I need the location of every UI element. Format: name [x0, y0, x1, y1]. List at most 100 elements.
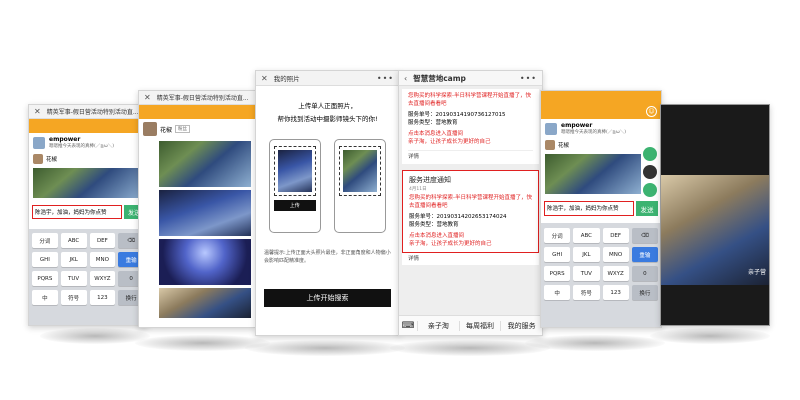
keyboard-key[interactable]: 符号	[573, 285, 600, 300]
keyboard-key[interactable]: JKL	[573, 247, 600, 262]
account-name: empower	[49, 136, 81, 143]
user-row: 花椒 粉丝	[139, 119, 255, 139]
card-top-line1: 您购买的科学探索-半日科学营课程开始直播了，快去直播间看看吧	[408, 93, 531, 107]
keyboard-key[interactable]: MNO	[602, 247, 629, 262]
shadow-5	[525, 335, 665, 351]
keyboard-key[interactable]: PQRS	[32, 271, 58, 286]
avatar[interactable]	[143, 122, 157, 136]
card-line1: 您购买的科学探索-半日科学营课程开始直播了，快去直播间看看吧	[409, 195, 532, 209]
chat-screen-right: ☺ empower 嗯嗯推今天表现的真棒(／≧ω＼) 花椒 陈浩宇，加油，妈妈为…	[540, 90, 662, 328]
keyboard-key[interactable]: MNO	[89, 252, 116, 267]
feed-photo-4[interactable]	[159, 288, 251, 318]
keyboard-key[interactable]: DEF	[89, 233, 116, 248]
card-top-cta2: 亲子淘，让孩子成长为更好的自己	[408, 139, 491, 145]
tab-weekly-benefits[interactable]: 每周福利	[458, 320, 501, 331]
title-bar: ✕ 精英军事-假日营活动特别活动直...	[29, 105, 147, 119]
close-icon[interactable]: ✕	[144, 93, 151, 102]
keyboard-key[interactable]: DEF	[602, 228, 629, 243]
message-input[interactable]: 陈浩宇，加油，妈妈为你点赞	[32, 205, 122, 219]
keyboard-key[interactable]: TUV	[573, 266, 600, 281]
sender-name: 花椒	[558, 143, 570, 149]
back-icon[interactable]: ‹	[404, 74, 407, 83]
card-cta1[interactable]: 点击本消息进入直播间	[409, 232, 532, 240]
shadow-3	[245, 340, 405, 356]
face-frame	[273, 146, 316, 196]
keyboard-row: GHI JKL MNO 重输	[29, 250, 147, 269]
card-top-cta1[interactable]: 点击本消息进入直播间	[408, 130, 533, 138]
keyboard-key[interactable]: 分词	[32, 233, 58, 248]
avatar[interactable]	[545, 122, 557, 135]
keyboard-row: PQRS TUV WXYZ 0	[541, 264, 661, 283]
user-badge: 粉丝	[175, 125, 191, 133]
chat-screen-left: ✕ 精英军事-假日营活动特别活动直... empower 嗯嗯推今天表现的真棒(…	[28, 104, 148, 326]
start-search-button[interactable]: 上传开始搜索	[264, 289, 391, 307]
keyboard-key[interactable]: ⌫	[631, 228, 658, 243]
keyboard-key[interactable]: 重输	[631, 247, 658, 262]
keyboard-key[interactable]: 0	[631, 266, 658, 281]
keyboard-key[interactable]: 123	[89, 290, 116, 305]
tab-qinzitao[interactable]: 亲子淘	[417, 320, 459, 331]
keyboard-row: 分词 ABC DEF ⌫	[541, 226, 661, 245]
keyboard-key[interactable]: TUV	[60, 271, 87, 286]
keyboard-key[interactable]: GHI	[544, 247, 571, 262]
bottom-tab-bar: ⌨ 亲子淘 每周福利 我的服务	[399, 315, 542, 335]
side-button-dark[interactable]	[643, 165, 657, 179]
service-notify-screen: ‹ 智慧营地camp ••• 您购买的科学探索-半日科学营课程开始直播了，快去直…	[398, 70, 543, 336]
example-face-photo	[277, 150, 312, 192]
message-input[interactable]: 陈浩宇，加油，妈妈为你点赞	[544, 201, 634, 216]
keyboard-row: 中符号 123 换行	[29, 288, 147, 307]
window-title: 智慧营地camp	[413, 73, 466, 83]
feed-photo-1[interactable]	[159, 141, 251, 187]
sender-avatar[interactable]	[545, 140, 555, 150]
account-sub: 嗯嗯推今天表现的真棒(／≧ω＼)	[49, 144, 115, 149]
sender-avatar[interactable]	[33, 154, 43, 164]
feed-photo-3[interactable]	[159, 239, 251, 285]
keyboard-key[interactable]: ABC	[573, 228, 600, 243]
video-caption: 亲子营	[747, 269, 766, 276]
side-button-green[interactable]	[643, 147, 657, 161]
upload-mini-button[interactable]: 上传	[273, 200, 316, 211]
notify-card-top: 您购买的科学探索-半日科学营课程开始直播了，快去直播间看看吧 服务单号：2019…	[402, 89, 539, 164]
upload-heading-2: 帮你找到活动中摄影师镜头下的你!	[277, 115, 378, 123]
window-title: 精英军事-假日营活动特别活动直...	[156, 95, 249, 102]
smile-icon[interactable]: ☺	[646, 106, 657, 117]
user-name: 花椒	[160, 126, 173, 134]
more-icon[interactable]: •••	[520, 74, 537, 83]
keyboard-key[interactable]: 分词	[544, 228, 571, 243]
close-icon[interactable]: ✕	[261, 74, 268, 83]
keyboard-key[interactable]: 中	[544, 285, 571, 300]
face-frame	[339, 146, 382, 196]
send-button[interactable]: 发送	[636, 201, 658, 216]
more-icon[interactable]: •••	[377, 74, 394, 83]
side-button-green-2[interactable]	[643, 183, 657, 197]
keyboard-key[interactable]: WXYZ	[89, 271, 116, 286]
sender-row: 花椒	[29, 152, 147, 166]
keyboard-key[interactable]: 符号	[60, 290, 87, 305]
chat-photo[interactable]	[545, 154, 641, 194]
keyboard-key[interactable]: 中	[32, 290, 58, 305]
shadow-6	[650, 328, 770, 344]
example-phone-left: 上传	[268, 139, 321, 233]
tab-my-service[interactable]: 我的服务	[500, 320, 542, 331]
keyboard-key[interactable]: GHI	[32, 252, 58, 267]
keyboard-key[interactable]: JKL	[60, 252, 87, 267]
window-title: 精英军事-假日营活动特别活动直...	[46, 109, 139, 116]
keyboard-key[interactable]: 换行	[631, 285, 658, 300]
orange-header	[29, 119, 147, 133]
card-top-detail[interactable]: 详情	[408, 150, 533, 161]
feed-photo-2[interactable]	[159, 190, 251, 236]
card-main-detail[interactable]: 详情	[402, 253, 539, 265]
account-sub: 嗯嗯推今天表现的真棒(／≧ω＼)	[561, 130, 627, 135]
title-bar	[541, 91, 661, 105]
keyboard-icon[interactable]: ⌨	[399, 321, 417, 331]
keyboard-key[interactable]: WXYZ	[602, 266, 629, 281]
keyboard-key[interactable]: 123	[602, 285, 629, 300]
chat-photo[interactable]	[33, 168, 143, 198]
keyboard-key[interactable]: ABC	[60, 233, 87, 248]
keyboard-key[interactable]: PQRS	[544, 266, 571, 281]
close-icon[interactable]: ✕	[34, 107, 41, 116]
card-top-type: 服务类型：营地教育	[408, 120, 458, 126]
upload-heading-1: 上传单人正面照片，	[298, 102, 357, 110]
account-row: empower 嗯嗯推今天表现的真棒(／≧ω＼)	[29, 133, 147, 152]
avatar[interactable]	[33, 136, 45, 149]
